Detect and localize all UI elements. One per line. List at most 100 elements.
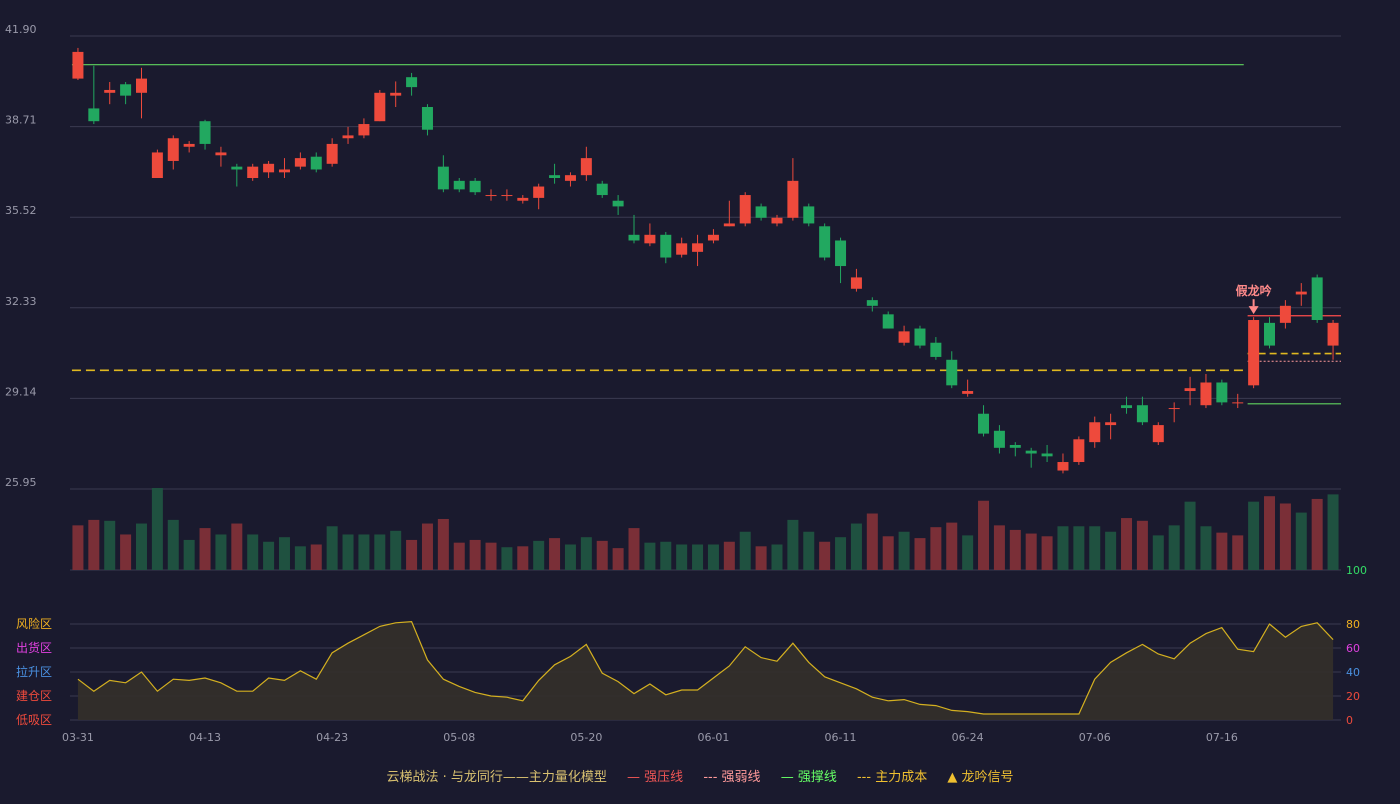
candle-body	[723, 223, 735, 227]
volume-bar	[215, 534, 227, 570]
volume-bar	[1105, 531, 1117, 570]
volume-bar	[104, 520, 116, 570]
volume-bar	[501, 547, 513, 570]
candle-body	[310, 156, 322, 170]
volume-bar	[247, 534, 259, 570]
indicator-zone-label: 低吸区	[16, 713, 52, 727]
candle-body	[1152, 425, 1164, 443]
volume-bar	[914, 538, 926, 570]
candle-body	[771, 217, 783, 224]
candle-body	[850, 277, 862, 289]
candle-body	[707, 234, 719, 241]
candle-body	[167, 138, 179, 161]
candle-body	[421, 107, 433, 130]
volume-bar	[692, 544, 704, 570]
volume-bar	[1121, 518, 1133, 570]
candle-body	[88, 108, 100, 122]
legend-weak-line-label: 强弱线	[721, 770, 761, 785]
volume-bar	[1041, 536, 1053, 570]
volume-bar	[374, 534, 386, 570]
candle-body	[469, 180, 481, 193]
volume-bar	[342, 534, 354, 570]
volume-bar	[1216, 532, 1228, 570]
candle-body	[866, 300, 878, 306]
volume-bar	[358, 534, 370, 570]
date-tick-label: 04-13	[189, 731, 221, 744]
candle-body	[1248, 320, 1260, 386]
indicator-tick-label: 40	[1346, 666, 1360, 679]
date-tick-label: 06-01	[697, 731, 729, 744]
indicator-tick-label: 60	[1346, 642, 1360, 655]
candle-body	[835, 240, 847, 267]
legend-main-cost-label: 主力成本	[875, 770, 928, 785]
candle-body	[1168, 408, 1180, 410]
candle-body	[1279, 305, 1291, 323]
candle-body	[660, 234, 672, 258]
date-tick-label: 04-23	[316, 731, 348, 744]
candle-body	[962, 391, 974, 394]
volume-bar	[517, 546, 529, 570]
volume-bar	[993, 525, 1005, 570]
volume-bar	[549, 538, 561, 570]
volume-bar	[231, 523, 243, 570]
volume-bar	[390, 530, 402, 570]
candle-body	[263, 163, 275, 173]
volume-bar	[533, 540, 545, 570]
candle-body	[612, 200, 624, 207]
candle-body	[628, 234, 640, 241]
volume-bar	[898, 531, 910, 570]
volume-bar	[1248, 501, 1260, 570]
price-tick-label: 25.95	[5, 476, 37, 489]
legend-model: 云梯战法 · 与龙同行——主力量化模型	[386, 770, 607, 785]
chart-root: 41.90 38.71 35.52 32.33 29.14 25.95 风险区 出货区 拉升区建…	[0, 0, 1400, 800]
indicator-zone-label: 建仓区	[16, 689, 52, 703]
candle-body	[453, 180, 465, 190]
legend-signal: ▲ 龙吟信号	[947, 770, 1014, 785]
signal-label: 假龙吟	[1236, 283, 1272, 298]
volume-bar	[771, 544, 783, 570]
volume-bar	[1089, 526, 1101, 570]
indicator-tick-label: 20	[1346, 690, 1360, 703]
volume-bar	[1057, 526, 1069, 570]
candle-body	[1200, 382, 1212, 406]
date-tick-label: 05-08	[443, 731, 475, 744]
indicator-zone-label: 风险区	[16, 616, 52, 631]
candle-body	[231, 166, 243, 170]
candle-body	[517, 197, 529, 201]
candle-body	[930, 342, 942, 357]
volume-bar	[1295, 512, 1307, 570]
legend-weak-line: --- 强弱线	[703, 770, 761, 785]
chart-legend: 云梯战法 · 与龙同行——主力量化模型 — 强压线 --- 强弱线 — 强撑线 …	[0, 766, 1400, 785]
candle-body	[215, 152, 227, 156]
legend-strong-resistance: — 强压线	[627, 770, 684, 785]
volume-bar	[135, 523, 147, 570]
volume-bar	[962, 535, 974, 570]
candle-body	[993, 430, 1005, 448]
legend-strong-resistance-label: 强压线	[644, 770, 684, 785]
volume-bar	[151, 488, 163, 570]
volume-bar	[183, 539, 195, 570]
candle-body	[1089, 422, 1101, 443]
candle-body	[294, 158, 306, 167]
volume-bar	[850, 523, 862, 570]
volume-bar	[739, 531, 751, 570]
date-tick-label: 05-20	[570, 731, 602, 744]
volume-bar	[978, 500, 990, 570]
volume-bar	[453, 542, 465, 570]
candle-body	[755, 206, 767, 218]
date-tick-label: 07-06	[1079, 731, 1111, 744]
date-tick-label: 07-16	[1206, 731, 1238, 744]
candle-body	[1216, 382, 1228, 403]
candle-body	[739, 195, 751, 224]
volume-bar	[1184, 501, 1196, 570]
volume-bar	[1009, 529, 1021, 570]
candle-body	[549, 175, 561, 179]
candle-body	[72, 51, 84, 79]
candle-body	[914, 328, 926, 346]
candle-body	[1057, 462, 1069, 471]
legend-strong-support: — 强撑线	[780, 770, 837, 785]
date-tick-label: 06-24	[952, 731, 984, 744]
price-tick-label: 41.90	[5, 23, 37, 36]
volume-bar	[469, 539, 481, 570]
volume-bar	[120, 534, 132, 570]
